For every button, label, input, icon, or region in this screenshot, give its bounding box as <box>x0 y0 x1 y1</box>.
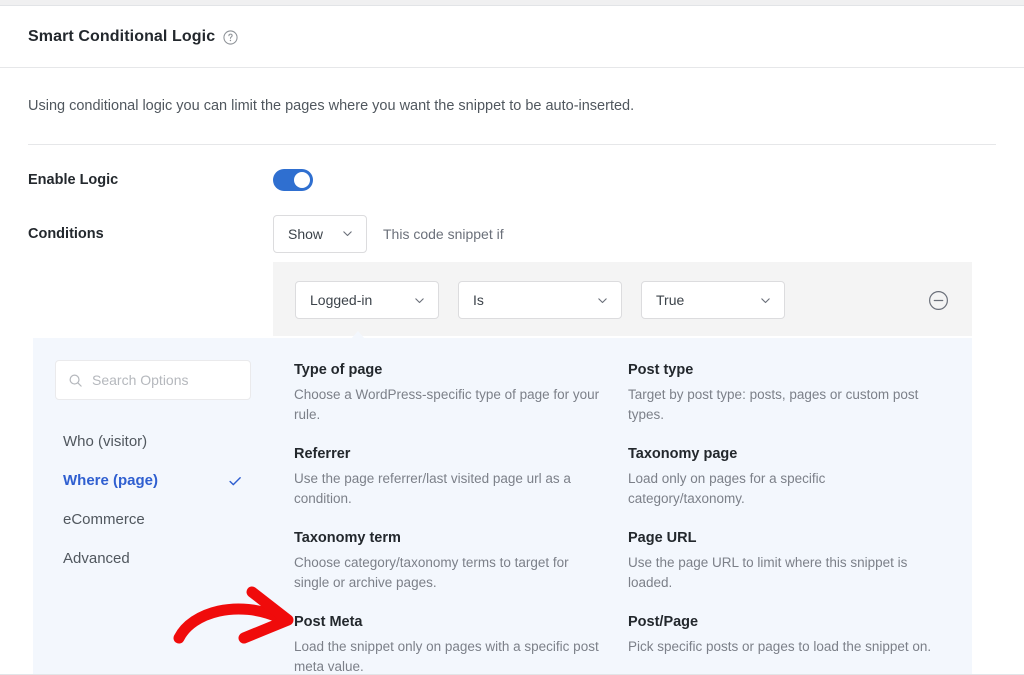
search-icon <box>68 373 83 388</box>
card-header: Smart Conditional Logic <box>0 6 1024 68</box>
condition-value-value: True <box>656 292 685 308</box>
enable-logic-label: Enable Logic <box>28 171 119 188</box>
smart-conditional-logic-card: Smart Conditional Logic Using conditiona… <box>0 5 1024 675</box>
option-post-meta[interactable]: Post Meta Load the snippet only on pages… <box>294 614 620 674</box>
option-description: Load only on pages for a specific catego… <box>628 471 826 506</box>
options-category-panel: Who (visitor) Where (page) eCommerce Adv… <box>33 338 273 674</box>
toggle-knob <box>294 171 310 188</box>
options-category-list: Who (visitor) Where (page) eCommerce Adv… <box>55 422 251 578</box>
option-taxonomy-term[interactable]: Taxonomy term Choose category/taxonomy t… <box>294 530 620 614</box>
option-title: Taxonomy term <box>294 530 401 547</box>
option-title: Taxonomy page <box>628 446 738 463</box>
sidebar-item-label: eCommerce <box>63 511 145 528</box>
option-post-type[interactable]: Post type Target by post type: posts, pa… <box>628 362 954 446</box>
option-taxonomy-page[interactable]: Taxonomy page Load only on pages for a s… <box>628 446 954 530</box>
conditions-action-value: Show <box>288 225 324 242</box>
search-options-box[interactable] <box>55 360 251 400</box>
option-description: Use the page URL to limit where this sni… <box>628 555 908 590</box>
sidebar-item-label: Where (page) <box>63 472 159 489</box>
option-description: Use the page referrer/last visited page … <box>294 471 571 506</box>
sidebar-item-where-page[interactable]: Where (page) <box>55 461 251 500</box>
sidebar-item-who-visitor[interactable]: Who (visitor) <box>55 422 251 461</box>
sidebar-item-advanced[interactable]: Advanced <box>55 539 251 578</box>
help-circle-icon[interactable] <box>223 30 238 45</box>
condition-builder: Logged-in Is True <box>273 262 972 336</box>
chevron-down-icon <box>759 294 772 307</box>
conditions-hint: This code snippet if <box>383 225 504 242</box>
option-title: Page URL <box>628 530 697 547</box>
panel-description: Using conditional logic you can limit th… <box>28 98 635 114</box>
enable-logic-toggle[interactable] <box>273 168 313 191</box>
chevron-down-icon <box>596 294 609 307</box>
check-icon <box>227 473 243 489</box>
option-title: Post type <box>628 362 694 378</box>
page-title: Smart Conditional Logic <box>28 27 216 45</box>
enable-logic-row: Enable Logic <box>0 168 1024 191</box>
option-description: Load the snippet only on pages with a sp… <box>294 639 599 674</box>
option-description: Pick specific posts or pages to load the… <box>628 639 932 655</box>
section-divider <box>28 143 996 145</box>
condition-field-value: Logged-in <box>310 292 373 308</box>
option-page-url[interactable]: Page URL Use the page URL to limit where… <box>628 530 954 614</box>
options-list-panel: Type of page Choose a WordPress-specific… <box>273 331 972 674</box>
search-options-input[interactable] <box>92 372 238 388</box>
chevron-down-icon <box>413 294 426 307</box>
sidebar-item-label: Who (visitor) <box>63 433 148 450</box>
conditions-label: Conditions <box>28 225 104 242</box>
options-grid: Type of page Choose a WordPress-specific… <box>273 362 972 674</box>
option-referrer[interactable]: Referrer Use the page referrer/last visi… <box>294 446 620 530</box>
option-post-page[interactable]: Post/Page Pick specific posts or pages t… <box>628 614 954 674</box>
option-description: Choose a WordPress-specific type of page… <box>294 387 600 422</box>
condition-value-select[interactable]: True <box>641 281 785 319</box>
option-description: Target by post type: posts, pages or cus… <box>628 387 919 422</box>
conditions-row: Conditions Show This code snippet if <box>0 214 1024 253</box>
conditions-action-select[interactable]: Show <box>273 214 367 253</box>
minus-circle-icon[interactable] <box>926 288 950 312</box>
condition-field-select[interactable]: Logged-in <box>295 281 439 319</box>
option-title: Referrer <box>294 446 351 463</box>
option-title: Post Meta <box>294 614 363 631</box>
option-title: Post/Page <box>628 614 699 631</box>
sidebar-item-ecommerce[interactable]: eCommerce <box>55 500 251 539</box>
condition-operator-select[interactable]: Is <box>458 281 622 319</box>
condition-operator-value: Is <box>473 292 484 308</box>
sidebar-item-label: Advanced <box>63 550 130 567</box>
option-type-of-page[interactable]: Type of page Choose a WordPress-specific… <box>294 362 620 446</box>
chevron-down-icon <box>341 227 354 240</box>
option-title: Type of page <box>294 362 383 378</box>
option-description: Choose category/taxonomy terms to target… <box>294 555 569 590</box>
